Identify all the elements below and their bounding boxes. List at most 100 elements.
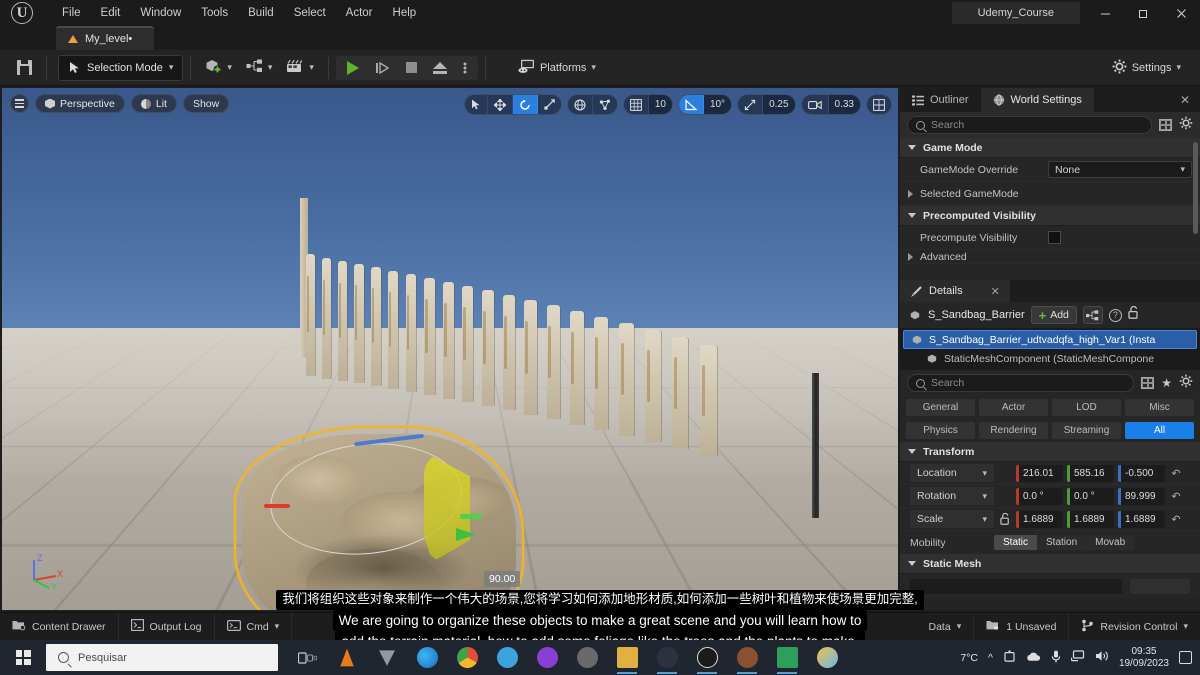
tray-app-icon[interactable] (1003, 649, 1016, 666)
cmd-button[interactable]: Cmd ▾ (215, 612, 293, 641)
notifications-icon[interactable] (1179, 651, 1192, 664)
scale-tool-button[interactable] (538, 95, 561, 114)
close-panel-button[interactable]: ✕ (1170, 88, 1200, 112)
data-status[interactable]: Data ▾ (917, 612, 975, 641)
taskbar-clock[interactable]: 09:35 19/09/2023 (1119, 646, 1169, 668)
filter-misc[interactable]: Misc (1125, 399, 1194, 416)
taskview-button[interactable] (288, 640, 326, 675)
static-mesh-asset-row[interactable] (900, 574, 1200, 598)
taskbar-app-unknown-5[interactable] (728, 640, 766, 675)
settings-gear-icon[interactable] (1179, 116, 1193, 135)
minimize-button[interactable] (1086, 0, 1124, 26)
filter-general[interactable]: General (906, 399, 975, 416)
play-more-button[interactable] (456, 58, 474, 78)
filter-actor[interactable]: Actor (979, 399, 1048, 416)
scale-snap-value[interactable]: 0.25 (763, 95, 795, 114)
select-tool-button[interactable] (465, 95, 488, 114)
filter-all[interactable]: All (1125, 422, 1194, 439)
world-settings-scrollbar[interactable] (1193, 142, 1198, 234)
taskbar-app-chrome[interactable] (448, 640, 486, 675)
revision-control-status[interactable]: Revision Control ▾ (1069, 613, 1200, 641)
step-button[interactable] (368, 58, 397, 78)
mobility-static-button[interactable]: Static (994, 535, 1038, 550)
filter-lod[interactable]: LOD (1052, 399, 1121, 416)
row-selected-gamemode[interactable]: Selected GameMode (900, 182, 1200, 206)
settings-button[interactable]: Settings ▾ (1105, 55, 1188, 81)
tab-world-settings[interactable]: World Settings (980, 88, 1094, 112)
taskbar-app-telegram[interactable] (488, 640, 526, 675)
taskbar-app-explorer[interactable] (608, 640, 646, 675)
tab-outliner[interactable]: Outliner (900, 88, 981, 112)
static-mesh-asset-field[interactable] (910, 578, 1122, 594)
add-actor-button[interactable]: ▾ (198, 55, 239, 81)
rotation-dropdown[interactable]: Rotation ▾ (910, 487, 994, 505)
onedrive-cloud-icon[interactable] (1026, 651, 1041, 665)
lock-details-icon[interactable] (1128, 305, 1140, 324)
grid-snap-value[interactable]: 10 (648, 95, 672, 114)
taskbar-app-unreal[interactable] (688, 640, 726, 675)
maximize-button[interactable] (1124, 0, 1162, 26)
menu-tools[interactable]: Tools (191, 3, 238, 23)
mobility-movable-button[interactable]: Movab (1086, 535, 1134, 550)
scale-y-input[interactable]: 1.6889 (1067, 510, 1114, 528)
rotation-gizmo-axis-y[interactable] (460, 514, 482, 519)
platforms-button[interactable]: Platforms ▾ (511, 55, 603, 81)
taskbar-app-excel[interactable] (768, 640, 806, 675)
taskbar-app-unknown-1[interactable] (368, 640, 406, 675)
scale-dropdown[interactable]: Scale ▾ (910, 510, 994, 528)
scale-z-input[interactable]: 1.6889 (1118, 510, 1165, 528)
level-tab-my-level[interactable]: My_level • (56, 26, 155, 50)
angle-snap-icon[interactable] (678, 95, 704, 114)
location-x-input[interactable]: 216.01 (1016, 464, 1063, 482)
section-transform[interactable]: Transform (900, 442, 1200, 462)
blueprints-button[interactable]: ▾ (239, 55, 280, 81)
mobility-stationary-button[interactable]: Station (1037, 535, 1086, 550)
menu-edit[interactable]: Edit (91, 3, 131, 23)
unreal-engine-logo-icon[interactable]: U (0, 0, 44, 26)
start-button[interactable] (0, 640, 46, 675)
grid-snap-icon[interactable] (624, 95, 649, 114)
details-search-input[interactable]: Search (907, 374, 1135, 392)
taskbar-search-input[interactable]: Pesquisar (46, 644, 278, 671)
static-mesh-asset-buttons[interactable] (1130, 578, 1190, 594)
unsaved-status[interactable]: 1 Unsaved (974, 612, 1070, 641)
menu-select[interactable]: Select (284, 3, 336, 23)
taskbar-app-unknown-2[interactable] (528, 640, 566, 675)
move-tool-button[interactable] (488, 95, 513, 114)
viewport-menu-button[interactable] (10, 94, 29, 113)
section-precomputed-visibility[interactable]: Precomputed Visibility (900, 206, 1200, 226)
taskbar-app-weather[interactable] (808, 640, 846, 675)
save-button[interactable] (10, 55, 39, 81)
viewport-layouts-icon[interactable] (867, 95, 891, 114)
menu-window[interactable]: Window (130, 3, 191, 23)
output-log-button[interactable]: Output Log (119, 612, 215, 641)
details-columns-icon[interactable] (1141, 377, 1155, 389)
project-tab[interactable]: Udemy_Course (951, 2, 1080, 24)
network-icon[interactable] (1070, 650, 1085, 665)
tray-expand-icon[interactable]: ^ (988, 652, 993, 664)
location-dropdown[interactable]: Location ▾ (910, 464, 994, 482)
world-coordinate-toggle[interactable] (568, 95, 593, 114)
row-advanced-partial[interactable]: Advanced (900, 250, 1200, 264)
surface-snap-toggle[interactable] (593, 95, 617, 114)
rotation-z-input[interactable]: 89.999 (1118, 487, 1165, 505)
menu-file[interactable]: File (52, 3, 91, 23)
location-y-input[interactable]: 585.16 (1067, 464, 1114, 482)
selection-mode-dropdown[interactable]: Selection Mode ▾ (58, 54, 184, 81)
component-row-static-mesh-component[interactable]: StaticMeshComponent (StaticMeshCompone (903, 349, 1197, 368)
view-lit-dropdown[interactable]: Lit (130, 94, 177, 113)
menu-actor[interactable]: Actor (336, 3, 383, 23)
precompute-visibility-checkbox[interactable] (1048, 231, 1061, 244)
eject-button[interactable] (426, 59, 454, 77)
scale-snap-icon[interactable] (738, 95, 764, 114)
settings-columns-icon[interactable] (1159, 119, 1172, 131)
component-row-instance[interactable]: S_Sandbag_Barrier_udtvadqfa_high_Var1 (I… (903, 330, 1197, 349)
close-button[interactable] (1162, 0, 1200, 26)
rotate-tool-button[interactable] (512, 95, 538, 114)
help-icon[interactable]: ? (1108, 308, 1122, 322)
taskbar-app-edge[interactable] (408, 640, 446, 675)
reset-location-icon[interactable]: ↶ (1169, 467, 1183, 480)
filter-streaming[interactable]: Streaming (1052, 422, 1121, 439)
add-component-button[interactable]: + Add (1030, 306, 1077, 324)
volume-icon[interactable] (1095, 650, 1109, 665)
